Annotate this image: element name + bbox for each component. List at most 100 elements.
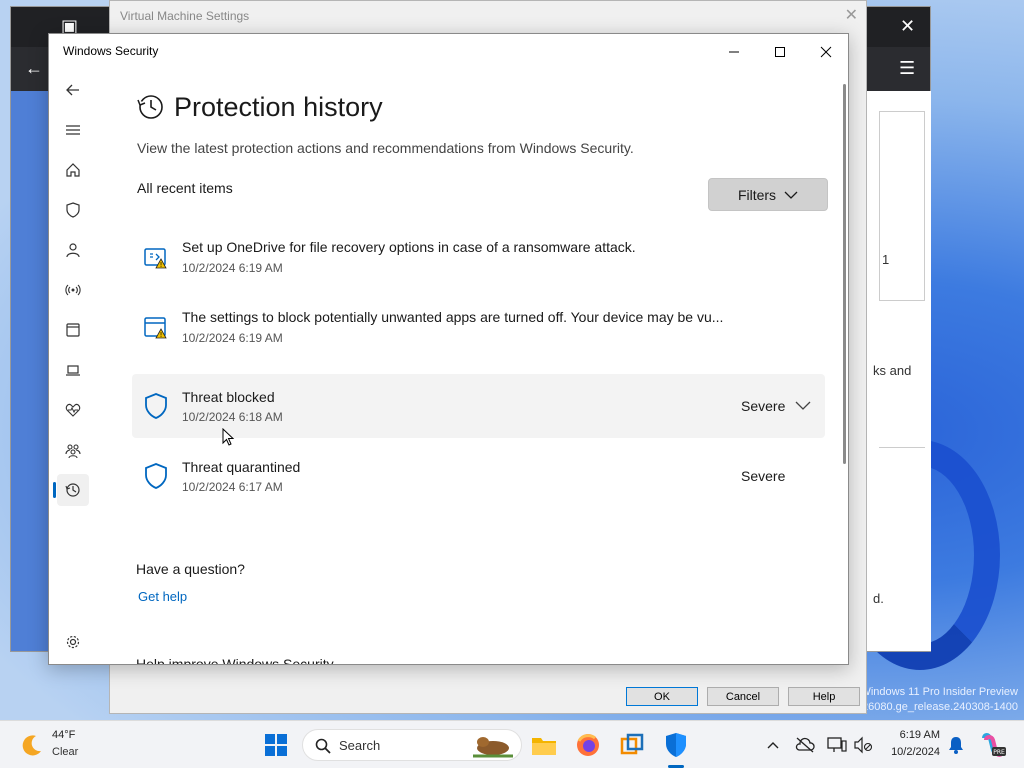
active-indicator xyxy=(53,482,56,498)
history-item-text: The settings to block potentially unwant… xyxy=(182,309,724,325)
filters-button[interactable]: Filters xyxy=(708,178,828,211)
onedrive-warning-icon: ! xyxy=(144,248,167,269)
sidebar-item-settings[interactable] xyxy=(57,626,89,658)
sidebar-item-family[interactable] xyxy=(57,434,89,466)
sidebar-item-device-health[interactable] xyxy=(57,394,89,426)
chevron-down-icon[interactable] xyxy=(795,400,811,412)
divider xyxy=(879,447,925,448)
vm-dialog-title: Virtual Machine Settings xyxy=(120,9,250,23)
weather-widget[interactable] xyxy=(18,733,44,764)
history-item-date: 10/2/2024 6:19 AM xyxy=(182,261,283,275)
notifications-button[interactable] xyxy=(946,735,966,755)
background-text-1: 1 xyxy=(882,252,890,267)
start-button[interactable] xyxy=(260,729,292,761)
wireless-icon xyxy=(65,284,81,296)
page-subtitle: View the latest protection actions and r… xyxy=(137,140,634,156)
severity-label: Severe xyxy=(741,398,786,414)
windows-security-window: Windows Security Protection history View… xyxy=(48,33,849,665)
scrollbar[interactable] xyxy=(843,84,846,464)
settings-icon xyxy=(66,635,80,649)
history-item[interactable]: ! The settings to block potentially unwa… xyxy=(132,296,825,360)
sidebar-item-protection-history[interactable] xyxy=(57,474,89,506)
history-item-text: Threat blocked xyxy=(182,389,275,405)
history-item[interactable]: ! Set up OneDrive for file recovery opti… xyxy=(132,226,825,290)
history-item-date: 10/2/2024 6:17 AM xyxy=(182,480,283,494)
speaker-muted-icon xyxy=(854,736,873,754)
background-text-d: d. xyxy=(873,591,884,606)
sidebar-item-virus-protection[interactable] xyxy=(57,194,89,226)
get-help-link[interactable]: Get help xyxy=(138,589,187,604)
history-item-text: Threat quarantined xyxy=(182,459,301,475)
home-icon xyxy=(66,163,80,177)
laptop-icon xyxy=(66,365,80,376)
sidebar-item-app-browser[interactable] xyxy=(57,314,89,346)
windows-security-taskbar-button[interactable] xyxy=(660,729,692,768)
svg-text:PRE: PRE xyxy=(993,749,1005,756)
sidebar-item-home[interactable] xyxy=(57,154,89,186)
background-app-left-strip xyxy=(11,91,51,651)
network-tray-button[interactable] xyxy=(827,735,847,755)
history-icon xyxy=(65,483,80,497)
cancel-button[interactable]: Cancel xyxy=(707,687,779,706)
ok-button[interactable]: OK xyxy=(626,687,698,706)
close-button[interactable] xyxy=(803,38,848,66)
chevron-up-icon xyxy=(767,742,779,749)
clock-time[interactable]: 6:19 AM xyxy=(884,729,940,741)
shield-icon xyxy=(66,202,80,218)
file-explorer-icon xyxy=(532,738,556,755)
app-browser-warning-icon: ! xyxy=(144,317,167,339)
minimize-button[interactable] xyxy=(711,38,757,66)
close-icon[interactable]: ✕ xyxy=(900,16,915,37)
minimize-icon xyxy=(729,51,739,53)
person-icon xyxy=(66,243,80,258)
show-hidden-icons-button[interactable] xyxy=(763,735,783,755)
search-highlight-icon xyxy=(473,737,513,758)
search-placeholder: Search xyxy=(339,738,381,753)
back-button[interactable] xyxy=(57,74,89,106)
cloud-off-icon xyxy=(795,737,815,753)
back-arrow-icon xyxy=(66,84,79,96)
watermark-line2: 26080.ge_release.240308-1400 xyxy=(862,701,1018,713)
background-text-ks: ks and xyxy=(873,363,912,378)
volume-tray-button[interactable] xyxy=(853,735,873,755)
history-icon xyxy=(137,95,163,119)
mouse-cursor-icon xyxy=(222,428,235,446)
improve-heading: Help improve Windows Security xyxy=(136,656,334,665)
taskbar: 44°F Clear Search 6:19 AM 10/2/2024 PRE xyxy=(0,720,1024,768)
maximize-icon xyxy=(775,47,785,57)
heart-pulse-icon xyxy=(65,403,81,417)
onedrive-tray-button[interactable] xyxy=(795,735,815,755)
family-icon xyxy=(65,444,81,458)
file-explorer-button[interactable] xyxy=(528,729,560,761)
chevron-down-icon xyxy=(784,191,798,199)
firefox-button[interactable] xyxy=(572,729,604,761)
taskbar-search[interactable]: Search xyxy=(302,729,522,761)
filters-label: Filters xyxy=(737,186,777,203)
vmware-button[interactable] xyxy=(616,729,648,761)
svg-text:!: ! xyxy=(160,261,163,269)
background-panel: 1 xyxy=(879,111,925,301)
menu-icon[interactable]: ☰ xyxy=(899,58,915,79)
watermark-line1: Windows 11 Pro Insider Preview xyxy=(860,686,1018,698)
recent-items-label: All recent items xyxy=(137,180,233,196)
weather-temp: 44°F xyxy=(52,729,76,741)
copilot-button[interactable]: PRE xyxy=(980,732,1006,758)
question-heading: Have a question? xyxy=(136,561,245,577)
clock-date[interactable]: 10/2/2024 xyxy=(884,746,940,758)
help-button[interactable]: Help xyxy=(788,687,860,706)
shield-icon xyxy=(145,463,167,489)
start-icon xyxy=(265,734,287,756)
back-arrow-icon[interactable]: ← xyxy=(25,58,43,79)
menu-button[interactable] xyxy=(57,114,89,146)
history-item-threat-quarantined[interactable]: Threat quarantined 10/2/2024 6:17 AM Sev… xyxy=(132,444,825,508)
windows-security-icon xyxy=(666,733,686,757)
page-title: Protection history xyxy=(174,92,383,122)
sidebar-item-account[interactable] xyxy=(57,234,89,266)
close-icon[interactable]: ✕ xyxy=(845,5,858,25)
svg-text:!: ! xyxy=(160,331,163,339)
copilot-icon: PRE xyxy=(982,733,1006,757)
sidebar-item-device-security[interactable] xyxy=(57,354,89,386)
maximize-button[interactable] xyxy=(757,38,803,66)
sidebar-item-firewall[interactable] xyxy=(57,274,89,306)
background-app-right-pane: 1 ks and d. xyxy=(869,91,931,651)
